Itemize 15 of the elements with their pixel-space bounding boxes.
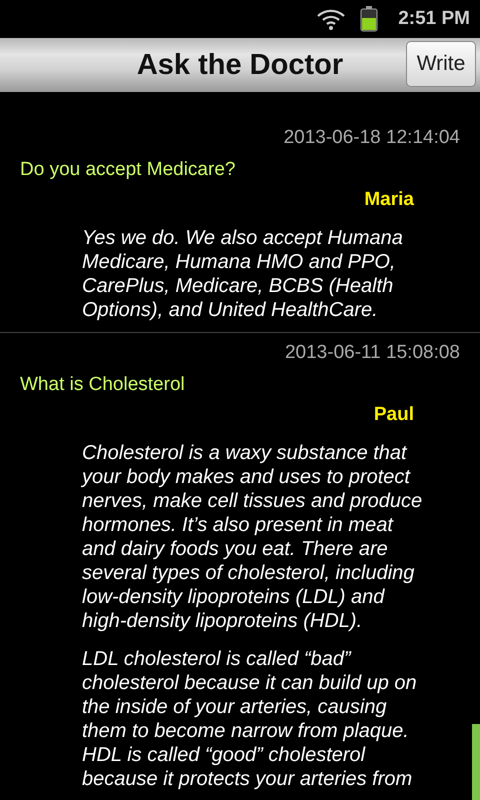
answer-text: LDL cholesterol is called “bad” cholesterol because it can build up on the inside of your arteries, causing them to become narrow from plaque. HDL is called “good” cholesterol because it protects your arteries from	[82, 647, 418, 791]
author-name: Maria	[363, 188, 415, 212]
clock: 2:51 PM	[398, 8, 470, 30]
post-date: 2013-06-11 15:08:08	[284, 341, 460, 365]
answer-text: Cholesterol is a waxy substance that your body makes and uses to protect nerves, make cell tissues and produce hormones. It’s also present in meat and dairy foods you eat. There are several types of cholesterol, including low-density lipoproteins (LDL) and high-density lipoproteins (HDL).	[82, 441, 424, 633]
scroll-handle[interactable]	[472, 724, 480, 800]
question-text: What is Cholesterol	[20, 373, 186, 397]
write-button[interactable]: Write	[406, 41, 476, 87]
author-name: Paul	[372, 403, 415, 427]
app-title: Ask the Doctor	[136, 48, 344, 82]
answer-text: Yes we do. We also accept Humana Medicare, Humana HMO and PPO, CarePlus, Medicare, BCBS (Health Options), and United HealthCare.	[82, 226, 404, 322]
battery-icon	[360, 6, 378, 32]
wifi-icon	[316, 7, 346, 31]
question-text: Do you accept Medicare?	[20, 158, 236, 182]
post-date: 2013-06-18 12:14:04	[282, 126, 460, 150]
